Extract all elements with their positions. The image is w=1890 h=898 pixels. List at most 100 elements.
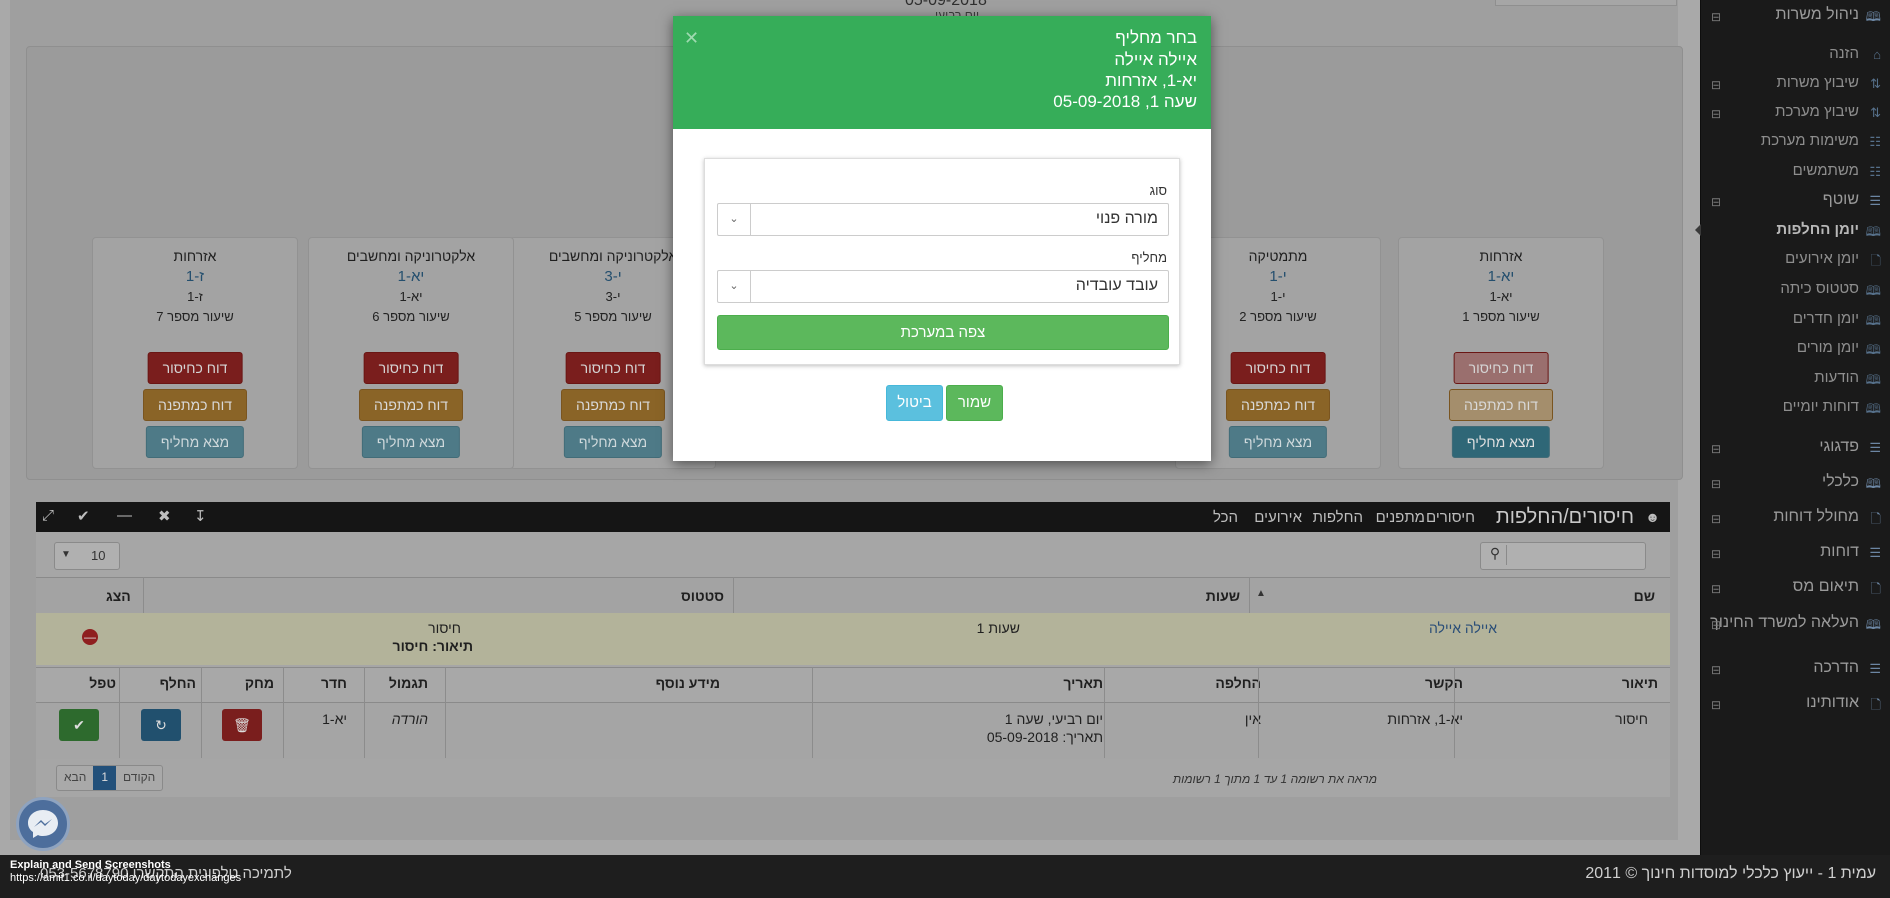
report-absence-button[interactable]: דוח כחיסור	[1453, 352, 1549, 384]
collapse-icon[interactable]: ⊟	[1711, 195, 1721, 209]
sidebar-item-label: דוחות	[1820, 543, 1859, 560]
collapse-icon[interactable]: ⊟	[1711, 512, 1721, 526]
sidebar-item[interactable]: הזנה	[1829, 45, 1859, 62]
row-hours: 1 שעות	[976, 620, 1020, 636]
sidebar-item[interactable]: פדגוגי	[1819, 438, 1859, 456]
tab-absences[interactable]: חיסורים	[1426, 509, 1475, 526]
collapse-icon[interactable]: ⊟	[1711, 78, 1721, 92]
report-absence-button[interactable]: דוח כחיסור	[565, 352, 661, 384]
find-substitute-button[interactable]: מצא מחליף	[1451, 426, 1551, 458]
cancel-button[interactable]: ביטול	[886, 385, 943, 421]
close-icon[interactable]: ✕	[684, 28, 699, 49]
sidebar-item[interactable]: יומן מורים	[1797, 339, 1859, 356]
find-substitute-button[interactable]: מצא מחליף	[563, 426, 663, 458]
card-class: ז-1	[187, 289, 203, 304]
find-substitute-button[interactable]: מצא מחליף	[1228, 426, 1328, 458]
sidebar-item[interactable]: כלכלי	[1822, 473, 1859, 491]
view-schedule-button[interactable]: צפה במערכת	[717, 315, 1169, 350]
lesson-card: אלקטרוניקה ומחשבים יא-1 יא-1 שיעור מספר …	[308, 237, 514, 469]
screenshot-tool-url: https://amit1.co.il/daytoday/daytodayexc…	[10, 872, 242, 884]
teacher-name-link[interactable]: איילה איילה	[1429, 620, 1497, 636]
save-button[interactable]: שמור	[946, 385, 1003, 421]
tab-events[interactable]: אירועים	[1254, 509, 1302, 526]
tab-standby[interactable]: מתפנים	[1376, 509, 1425, 526]
tab-all[interactable]: הכל	[1213, 509, 1238, 526]
book-icon: 🕮	[1865, 224, 1881, 239]
report-absence-button[interactable]: דוח כחיסור	[147, 352, 243, 384]
col-name[interactable]: שם	[1634, 588, 1655, 604]
sidebar-item[interactable]: מחולל דוחות	[1773, 508, 1859, 526]
delete-button[interactable]: 🗑	[222, 709, 262, 741]
sidebar-item[interactable]: ניהול משרות	[1775, 6, 1859, 24]
page-size-select[interactable]: ▼ 10	[54, 542, 120, 570]
sidebar-item[interactable]: הודעות	[1814, 369, 1859, 386]
sidebar-item[interactable]: משימות מערכת	[1761, 132, 1859, 149]
type-select[interactable]: ⌄ מורה פנוי	[717, 203, 1169, 236]
substitute-label: מחליף	[1131, 250, 1167, 265]
sidebar-item-label: מחולל דוחות	[1773, 508, 1859, 525]
sidebar-item[interactable]: סטטוס כיתה	[1780, 280, 1859, 297]
report-standby-button[interactable]: דוח כמתפנה	[1449, 389, 1553, 421]
sidebar-item[interactable]: תיאום מס	[1793, 578, 1859, 596]
col-status[interactable]: סטטוס	[681, 588, 724, 604]
page-1-link[interactable]: 1	[93, 766, 117, 790]
col-show[interactable]: הצג	[106, 588, 131, 604]
sidebar-item[interactable]: דוחות יומיים	[1783, 398, 1859, 415]
substitute-select[interactable]: ⌄ עובד עובדיה	[717, 270, 1169, 303]
card-class-link[interactable]: יא-1	[1399, 268, 1603, 285]
collapse-icon[interactable]: ⊟	[1711, 107, 1721, 121]
report-standby-button[interactable]: דוח כמתפנה	[359, 389, 463, 421]
prev-page-link[interactable]: הקודם	[116, 766, 162, 790]
report-absence-button[interactable]: דוח כחיסור	[363, 352, 459, 384]
handle-button[interactable]: ✔	[59, 709, 99, 741]
check-icon[interactable]: ✔	[77, 507, 90, 525]
sidebar-item[interactable]: יומן אירועים	[1785, 250, 1859, 267]
sidebar-item[interactable]: שיבוץ משרות	[1776, 74, 1859, 91]
minimize-icon[interactable]: —	[117, 507, 132, 524]
report-standby-button[interactable]: דוח כמתפנה	[143, 389, 247, 421]
search-input[interactable]: ⚲	[1480, 542, 1646, 570]
sidebar-item[interactable]: שוטף	[1823, 191, 1859, 209]
table-row[interactable]	[36, 613, 1670, 665]
sidebar-item[interactable]: משתמשים	[1793, 162, 1859, 179]
collapse-icon[interactable]: ⊟	[1711, 442, 1721, 456]
sidebar-item[interactable]: יומן החלפות	[1776, 221, 1859, 238]
sidebar-item[interactable]: שיבוץ מערכת	[1775, 103, 1859, 120]
screenshot-tool-title[interactable]: Explain and Send Screenshots	[10, 859, 171, 871]
next-page-link[interactable]: הבא	[57, 766, 93, 790]
replace-button[interactable]: ↻	[141, 709, 181, 741]
tab-replacements[interactable]: החלפות	[1313, 509, 1363, 526]
card-class-link[interactable]: יא-1	[309, 268, 513, 285]
close-icon[interactable]: ✖	[158, 507, 171, 525]
col-hours[interactable]: שעות	[1206, 588, 1240, 604]
messenger-button[interactable]	[16, 797, 70, 851]
collapse-icon[interactable]: ⊟	[1711, 582, 1721, 596]
collapse-icon[interactable]: ⊟	[1711, 618, 1721, 632]
top-input[interactable]	[1495, 0, 1677, 6]
report-absence-button[interactable]: דוח כחיסור	[1230, 352, 1326, 384]
collapse-icon[interactable]: ⊟	[1711, 698, 1721, 712]
card-class-link[interactable]: ז-1	[93, 268, 297, 285]
collapse-icon[interactable]: ⊟	[1711, 663, 1721, 677]
report-standby-button[interactable]: דוח כמתפנה	[561, 389, 665, 421]
download-icon[interactable]: ↧	[194, 507, 207, 525]
find-substitute-button[interactable]: מצא מחליף	[145, 426, 245, 458]
sidebar-item[interactable]: יומן חדרים	[1793, 310, 1859, 327]
divider	[201, 667, 202, 758]
lesson-card: אזרחות ז-1 ז-1 שיעור מספר 7 דוח כחיסור ד…	[92, 237, 298, 469]
col-delete: מחק	[244, 675, 274, 691]
report-standby-button[interactable]: דוח כמתפנה	[1226, 389, 1330, 421]
sidebar-item[interactable]: העלאה למשרד החינוך	[1710, 614, 1859, 632]
sidebar-item[interactable]: הדרכה	[1813, 659, 1859, 677]
sidebar-item[interactable]: דוחות	[1820, 543, 1859, 561]
find-substitute-button[interactable]: מצא מחליף	[361, 426, 461, 458]
remove-icon[interactable]: —	[82, 629, 98, 645]
collapse-icon[interactable]: ⊟	[1711, 547, 1721, 561]
expand-icon[interactable]: ⤢	[42, 507, 54, 524]
sidebar-item[interactable]: אודותינו	[1806, 694, 1859, 712]
substitute-value: עובד עובדיה	[1075, 277, 1158, 294]
collapse-icon[interactable]: ⊟	[1711, 477, 1721, 491]
collapse-icon[interactable]: ⊟	[1711, 10, 1721, 24]
detail-desc: חיסור	[1615, 711, 1648, 727]
card-subject: אזרחות	[1479, 248, 1523, 264]
